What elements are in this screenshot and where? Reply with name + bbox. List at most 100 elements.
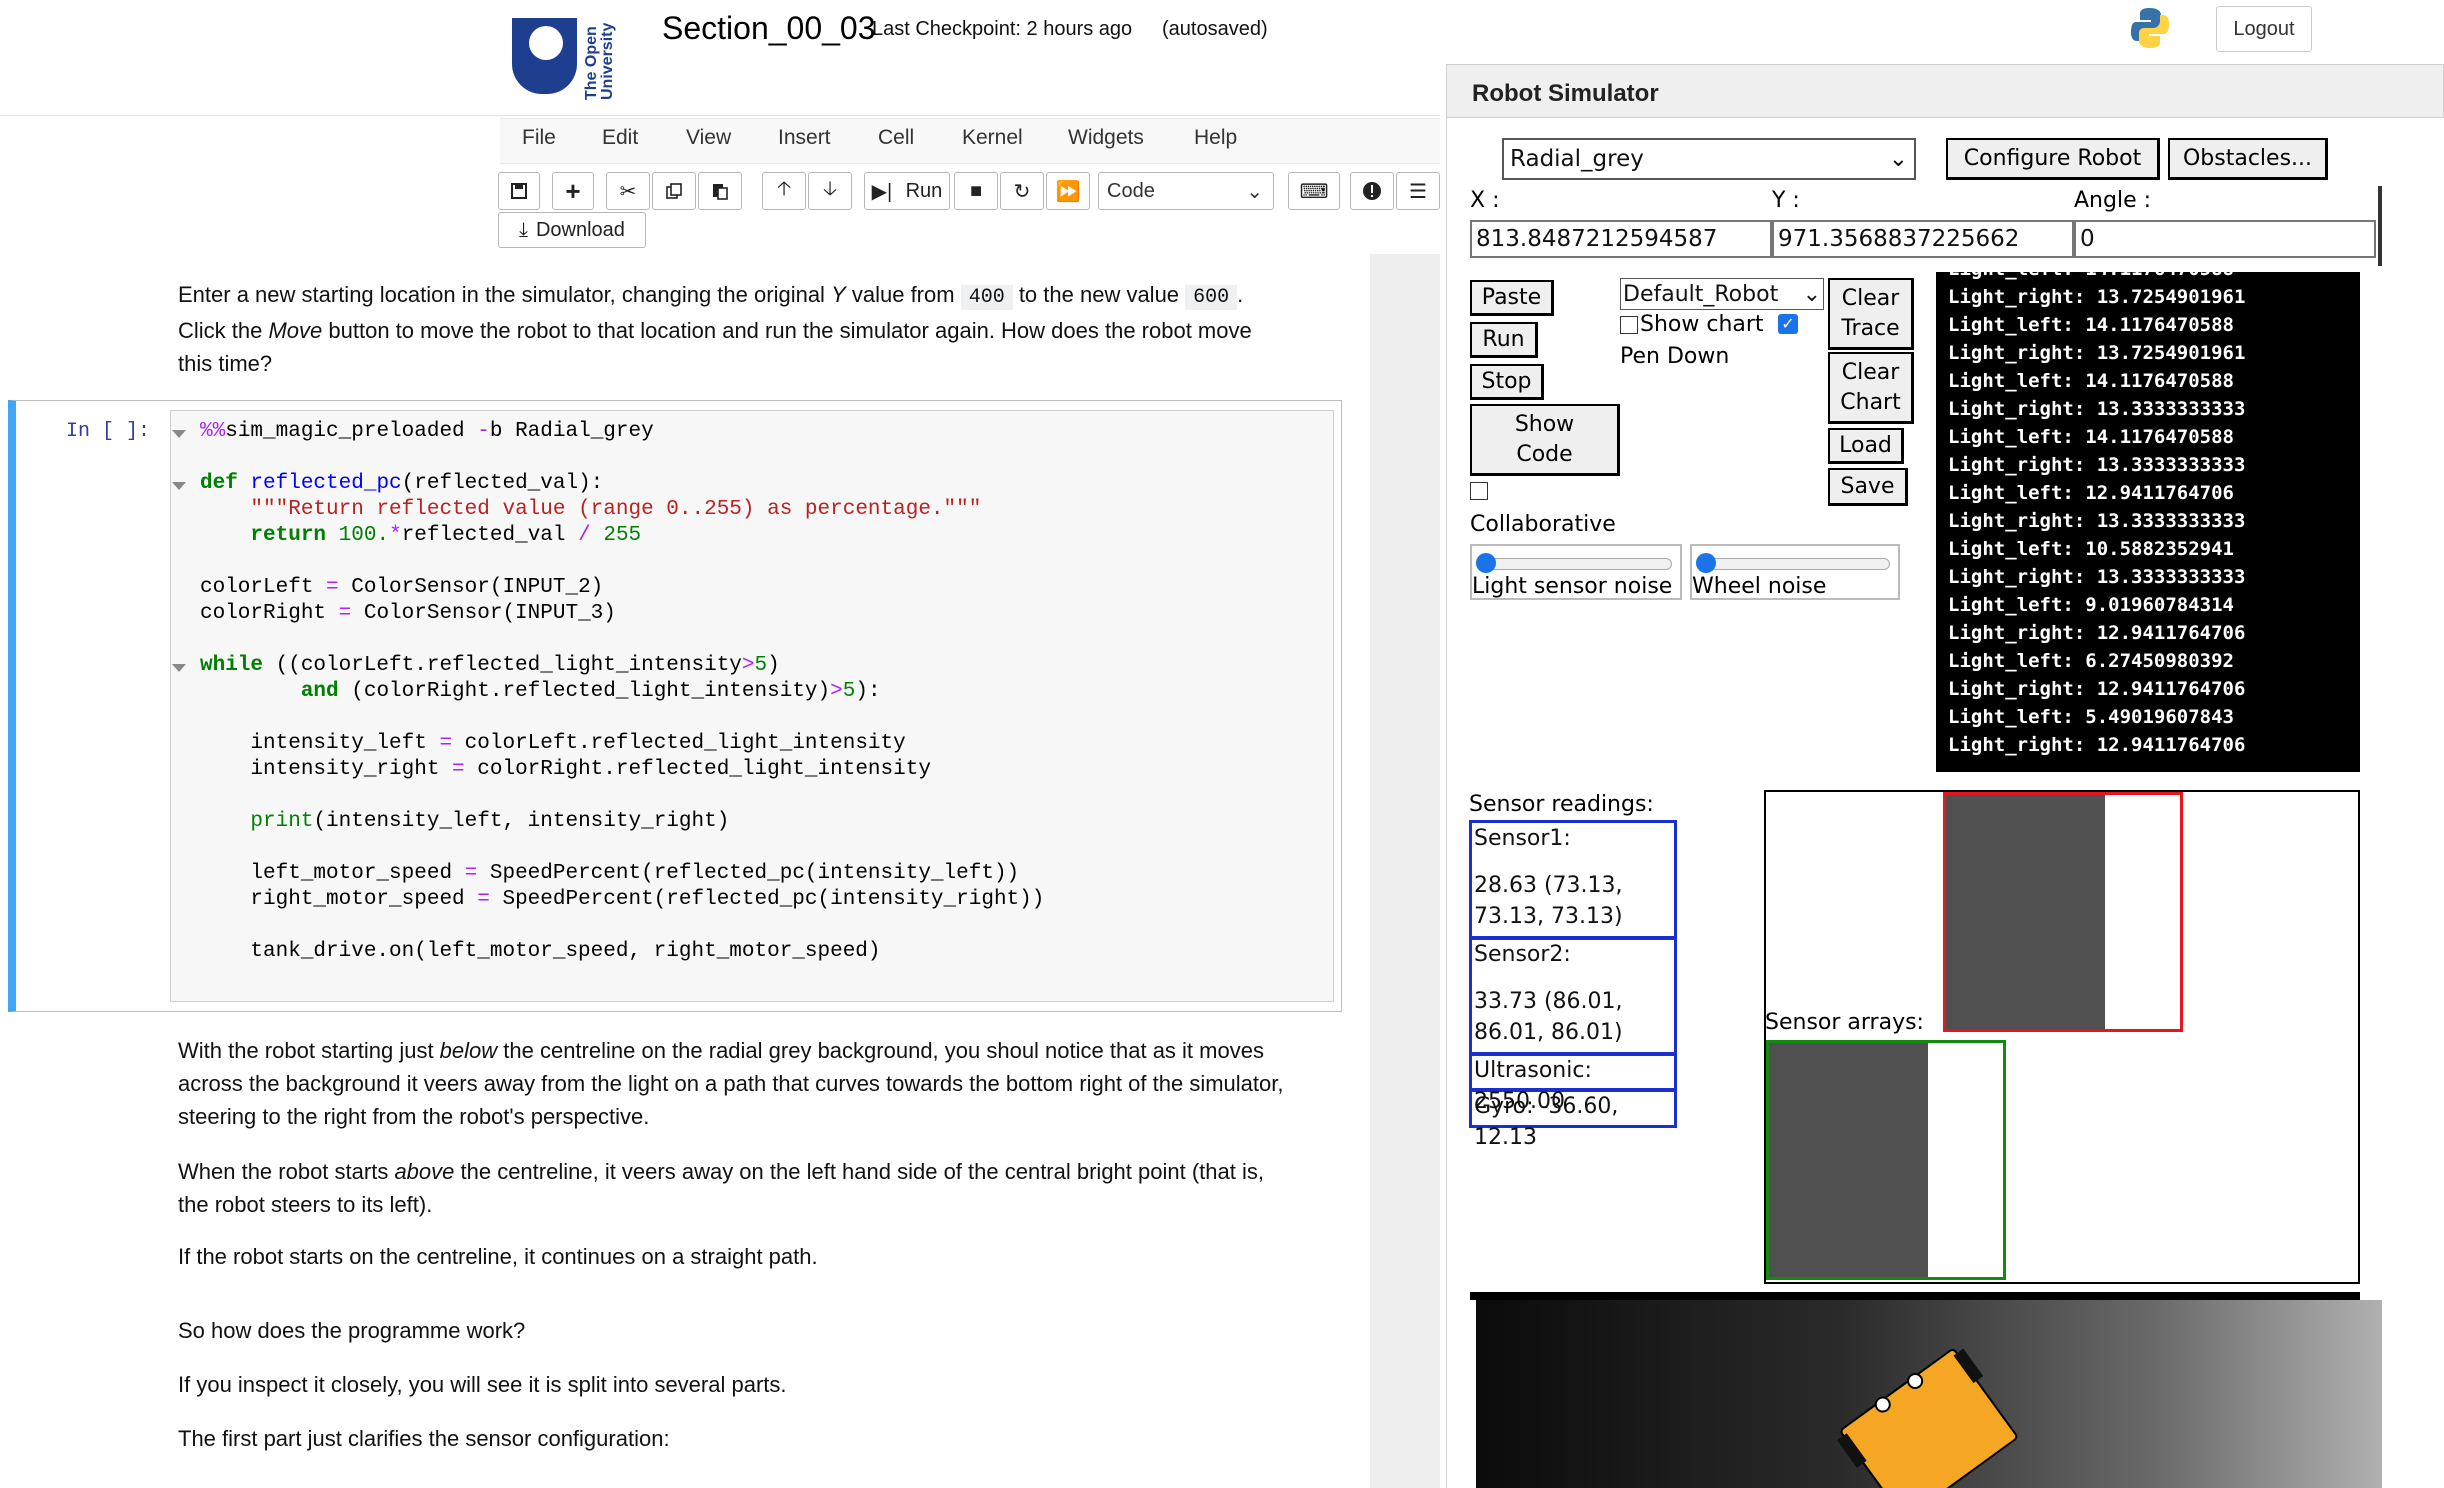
robot-select[interactable]: Default_Robot ⌄ xyxy=(1620,278,1824,310)
slider-thumb[interactable] xyxy=(1696,553,1716,573)
code-line: right_motor_speed = SpeedPercent(reflect… xyxy=(200,888,1045,911)
code-line: print(intensity_left, intensity_right) xyxy=(250,810,730,833)
list-icon[interactable]: ☰ xyxy=(1396,172,1440,210)
save-sim-button[interactable]: Save xyxy=(1828,468,1908,506)
download-button[interactable]: ⤓ Download xyxy=(498,212,646,248)
load-button[interactable]: Load xyxy=(1828,428,1904,464)
menu-help[interactable]: Help xyxy=(1194,126,1237,150)
paste-button[interactable]: Paste xyxy=(1470,280,1554,316)
code-line: def reflected_pc(reflected_val): xyxy=(200,472,604,495)
sensor2-reading: Sensor2: 33.73 (86.01, 86.01, 86.01) xyxy=(1469,936,1677,1056)
show-chart-left-checkbox[interactable] xyxy=(1620,316,1638,334)
menu-kernel[interactable]: Kernel xyxy=(962,126,1023,150)
intro-text: this time? xyxy=(178,351,273,376)
configure-robot-button[interactable]: Configure Robot xyxy=(1946,138,2160,180)
console-line: Light_left: 12.9411764706 xyxy=(1948,482,2234,504)
text: across the background it veers away from… xyxy=(178,1071,1284,1096)
menu-widgets[interactable]: Widgets xyxy=(1068,126,1144,150)
python-logo-icon xyxy=(2130,6,2170,50)
notebook-title[interactable]: Section_00_03 xyxy=(662,10,876,47)
intro-y: Y xyxy=(831,282,846,307)
y-input[interactable]: 971.3568837225662 xyxy=(1772,220,2074,258)
sensor2-value: 33.73 (86.01, 86.01, 86.01) xyxy=(1474,989,1623,1045)
robot-icon[interactable] xyxy=(1476,1300,2382,1488)
x-label: X : xyxy=(1470,188,1500,213)
intro-text: . xyxy=(1237,282,1244,307)
show-chart-checkbox[interactable]: ✓ xyxy=(1778,314,1798,334)
menu-edit[interactable]: Edit xyxy=(602,126,638,150)
background-select[interactable]: Radial_grey ⌄ xyxy=(1502,138,1916,180)
logo-circle xyxy=(529,26,563,60)
console-line: Light_right: 13.7254901961 xyxy=(1948,342,2246,364)
angle-input[interactable]: 0 xyxy=(2074,220,2376,258)
clear-trace-button[interactable]: Clear Trace xyxy=(1828,278,1914,350)
stop-icon[interactable]: ■ xyxy=(954,172,998,210)
menu-file[interactable]: File xyxy=(522,126,556,150)
old-value-code: 400 xyxy=(960,285,1013,310)
collaborative-checkbox[interactable] xyxy=(1470,482,1488,500)
console-line: Light_right: 13.3333333333 xyxy=(1948,454,2246,476)
explanation-paragraph-1: With the robot starting just below the c… xyxy=(178,1034,1328,1133)
info-icon[interactable] xyxy=(1350,172,1394,210)
light-noise-slider[interactable]: Light sensor noise xyxy=(1470,544,1682,600)
run-button[interactable]: ▶| Run xyxy=(864,172,950,210)
move-down-icon[interactable]: 🡣 xyxy=(808,172,852,210)
new-value-code: 600 xyxy=(1185,285,1238,310)
text: steering to the right from the robot's p… xyxy=(178,1104,650,1129)
explanation-paragraph-6: The first part just clarifies the sensor… xyxy=(178,1426,670,1451)
fast-forward-icon[interactable]: ⏩ xyxy=(1046,172,1090,210)
stop-sim-button[interactable]: Stop xyxy=(1470,364,1544,400)
show-code-button[interactable]: Show Code xyxy=(1470,404,1620,476)
notebook-scrollbar[interactable] xyxy=(1370,254,1440,1488)
console-line: Light_right: 13.3333333333 xyxy=(1948,398,2246,420)
console-line: Light_right: 12.9411764706 xyxy=(1948,678,2246,700)
move-up-icon[interactable]: 🡡 xyxy=(762,172,806,210)
run-label: Run xyxy=(905,179,943,202)
insert-cell-icon[interactable]: + xyxy=(552,172,594,210)
simulator-title: Robot Simulator xyxy=(1472,80,1659,107)
collaborative-label: Collaborative xyxy=(1470,512,1616,537)
code-line: colorRight = ColorSensor(INPUT_3) xyxy=(200,602,616,625)
logo-text: The Open University xyxy=(583,22,616,100)
x-input[interactable]: 813.8487212594587 xyxy=(1470,220,1772,258)
robot-select-value: Default_Robot xyxy=(1623,281,1779,307)
pen-down-label: Pen Down xyxy=(1620,344,1730,369)
chevron-down-icon: ⌄ xyxy=(1888,146,1908,172)
slider-thumb[interactable] xyxy=(1476,553,1496,573)
logout-button[interactable]: Logout xyxy=(2216,6,2312,52)
cell-type-select[interactable]: Code ⌄ xyxy=(1098,172,1274,210)
fold-arrow-icon[interactable] xyxy=(172,664,186,672)
code-line: intensity_left = colorLeft.reflected_lig… xyxy=(200,732,906,755)
console-line: Light_left: 14.1176470588 xyxy=(1948,426,2234,448)
fold-arrow-icon[interactable] xyxy=(172,430,186,438)
console-line: Light_right: 13.3333333333 xyxy=(1948,566,2246,588)
menu-insert[interactable]: Insert xyxy=(778,126,831,150)
sensor1-label: Sensor1: xyxy=(1474,826,1571,851)
cut-icon[interactable]: ✂ xyxy=(606,172,650,210)
sensor1-reading: Sensor1: 28.63 (73.13, 73.13, 73.13) xyxy=(1469,820,1677,940)
fold-arrow-icon[interactable] xyxy=(172,482,186,490)
run-sim-button[interactable]: Run xyxy=(1470,322,1538,358)
sensor2-label: Sensor2: xyxy=(1474,942,1571,967)
save-icon[interactable] xyxy=(498,172,540,210)
simulator-arena[interactable] xyxy=(1476,1300,2382,1488)
clear-chart-button[interactable]: Clear Chart xyxy=(1828,352,1914,424)
y-label: Y : xyxy=(1772,188,1800,213)
code-line: return 100.*reflected_val / 255 xyxy=(250,524,642,547)
copy-icon[interactable] xyxy=(652,172,696,210)
obstacles-button[interactable]: Obstacles... xyxy=(2168,138,2328,180)
sensor-array-left xyxy=(1766,1040,2006,1280)
keyboard-icon[interactable]: ⌨ xyxy=(1288,172,1340,210)
arena-border xyxy=(1470,1292,2360,1300)
checkpoint-status: Last Checkpoint: 2 hours ago xyxy=(872,18,1133,40)
intro-text: value from xyxy=(845,282,961,307)
output-console[interactable]: Light_left: 14.1176470588 Light_right: 1… xyxy=(1936,272,2360,772)
menu-view[interactable]: View xyxy=(686,126,731,150)
menu-cell[interactable]: Cell xyxy=(878,126,914,150)
restart-icon[interactable]: ↻ xyxy=(1000,172,1044,210)
console-line: Light_right: 13.7254901961 xyxy=(1948,286,2246,308)
intro-text: Enter a new starting location in the sim… xyxy=(178,282,832,307)
code-line: """Return reflected value (range 0..255)… xyxy=(250,498,982,521)
paste-icon[interactable] xyxy=(698,172,742,210)
wheel-noise-slider[interactable]: Wheel noise xyxy=(1690,544,1900,600)
